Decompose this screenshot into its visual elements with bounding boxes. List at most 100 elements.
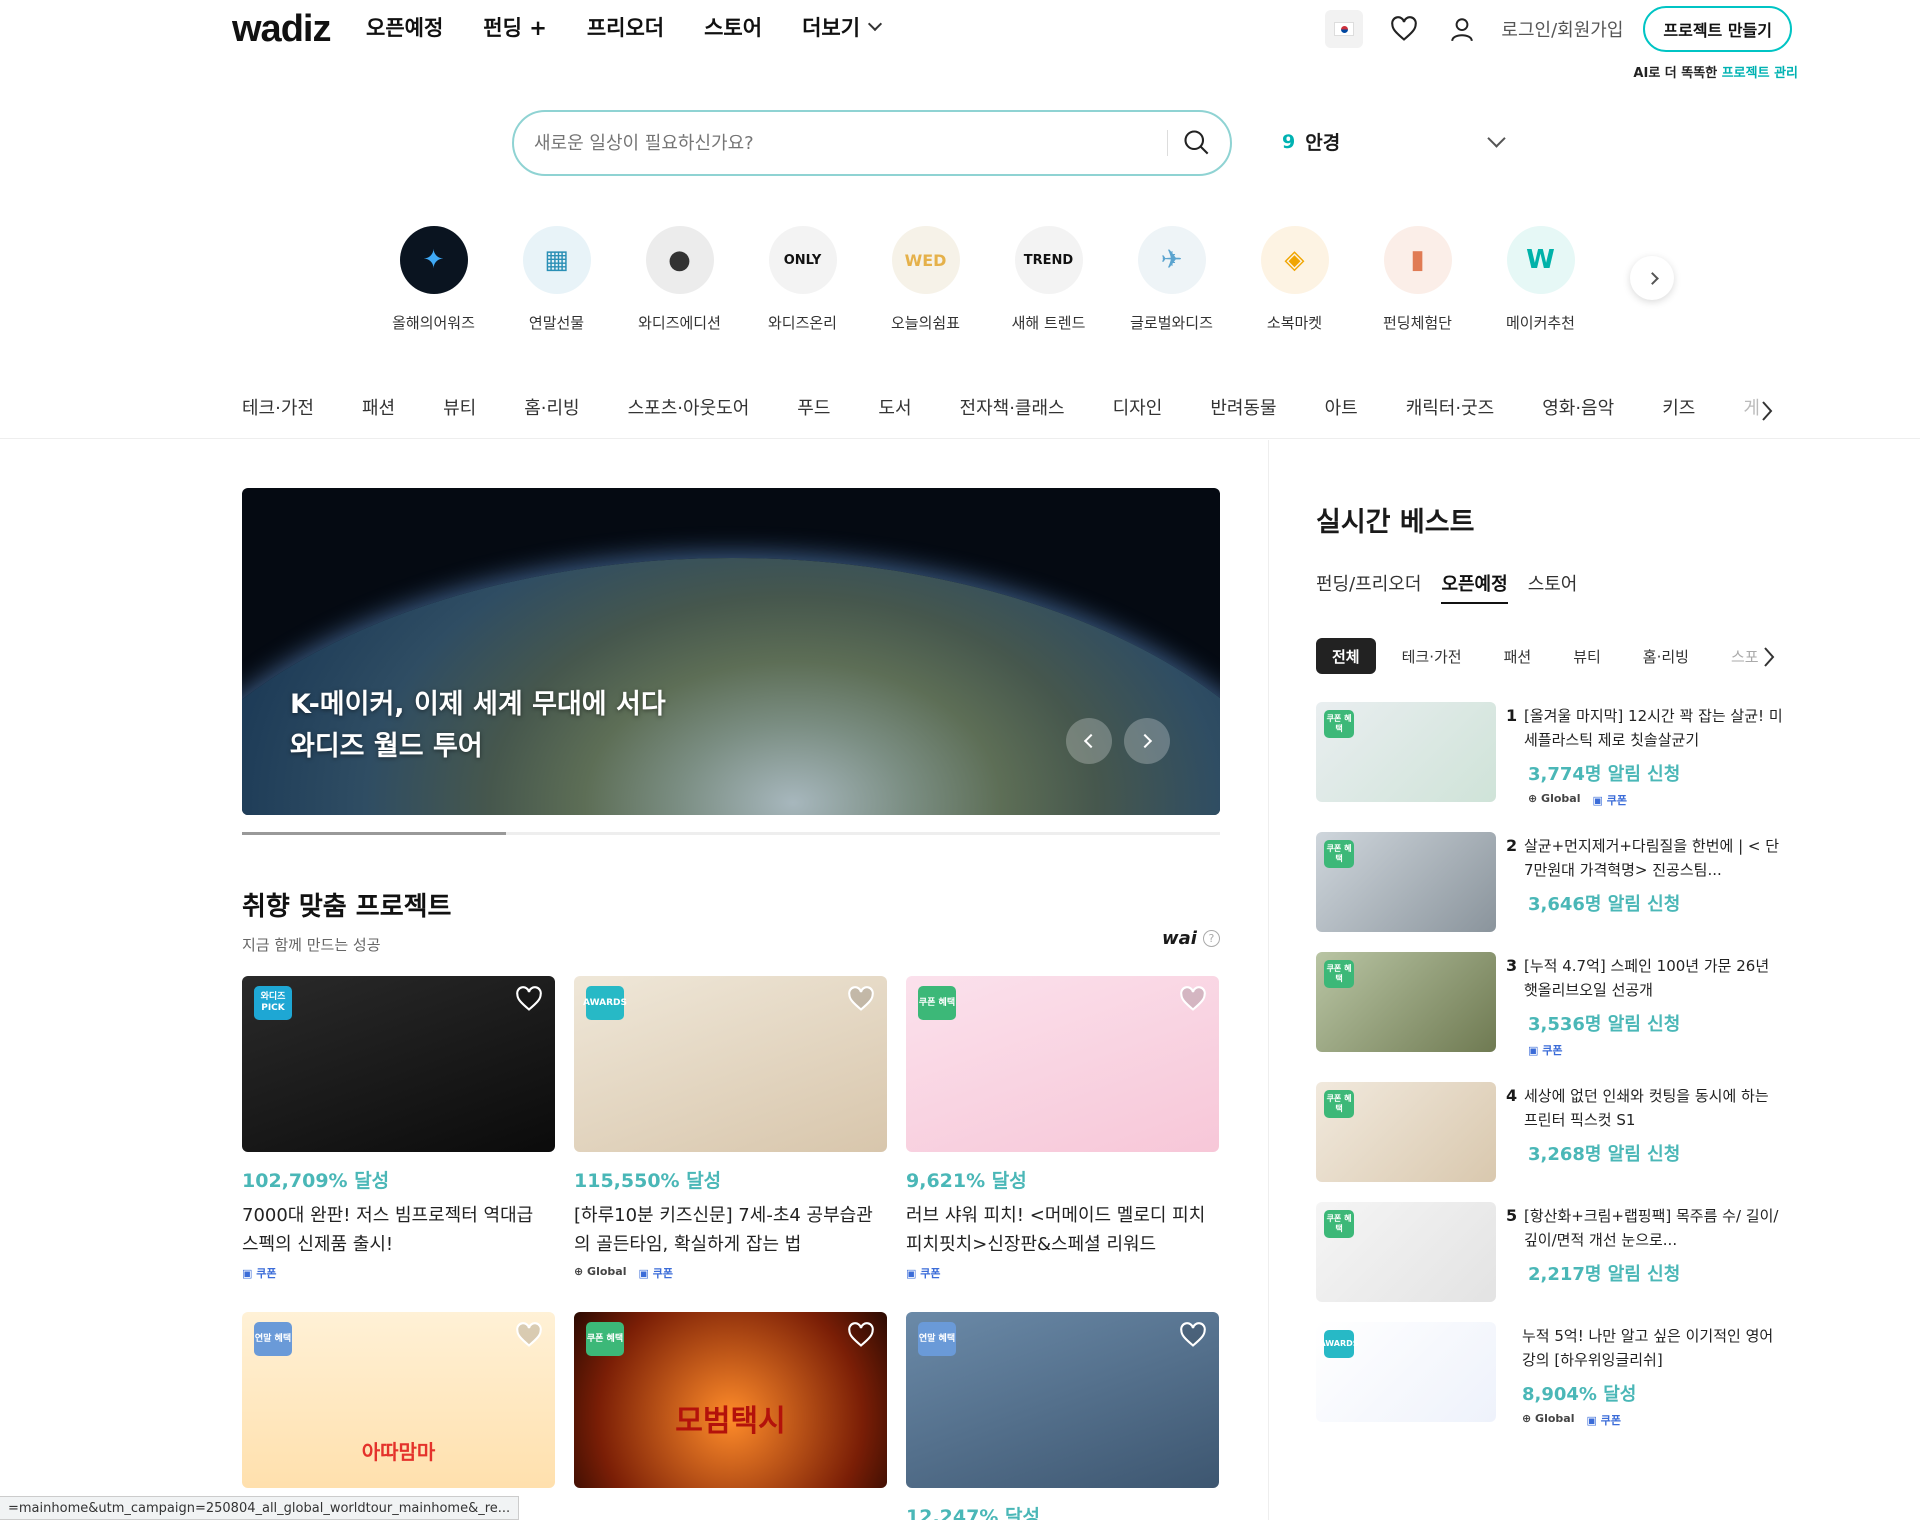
category-tab[interactable]: 디자인 [1113, 394, 1163, 420]
category-tab[interactable]: 캐릭터·굿즈 [1406, 394, 1495, 420]
wish-button[interactable] [1179, 986, 1207, 1016]
chips-next-button[interactable] [1762, 646, 1776, 672]
realtime-project-title[interactable]: 살균+먼지제거+다림질을 한번에 | < 단 7만원대 가격혁명> 진공스팀..… [1524, 834, 1786, 882]
edition-icon: ● [645, 226, 714, 294]
project-title[interactable]: [하루10분 키즈신문] 7세-초4 공부습관의 골든타임, 확실하게 잡는 법 [574, 1201, 887, 1259]
project-card[interactable]: 연말 혜택 12,247% 달성 [906, 1312, 1219, 1520]
category-tab[interactable]: 푸드 [797, 394, 830, 420]
column-divider [1268, 440, 1269, 1520]
realtime-item[interactable]: AWARDS 누적 5억! 나만 알고 싶은 이기적인 영어 강의 [하우위잉글리… [1316, 1322, 1786, 1427]
realtime-item[interactable]: 쿠폰 혜택 2 살균+먼지제거+다림질을 한번에 | < 단 7만원대 가격혁명> … [1316, 832, 1786, 936]
chevron-down-icon[interactable] [1487, 129, 1506, 148]
category-shortcut-label: 오늘의쉼표 [890, 314, 960, 332]
notification-count: 3,268명 알림 신청 [1528, 1144, 1681, 1165]
realtime-project-title[interactable]: 세상에 없던 인쇄와 컷팅을 동시에 하는 프린터 픽스컷 S1 [1524, 1084, 1786, 1132]
wish-button[interactable] [515, 1322, 543, 1352]
project-thumbnail[interactable]: 쿠폰 혜택 모범택시 [574, 1312, 887, 1488]
category-shortcut[interactable]: ONLY 와디즈온리 [741, 226, 864, 333]
realtime-item[interactable]: 쿠폰 혜택 4 세상에 없던 인쇄와 컷팅을 동시에 하는 프린터 픽스컷 S1 3,… [1316, 1082, 1786, 1186]
realtime-item[interactable]: 쿠폰 혜택 5 [항산화+크림+랩핑팩] 목주름 수/ 길이/깊이/면적 개선 눈으… [1316, 1202, 1786, 1306]
category-chip[interactable]: 뷰티 [1557, 638, 1617, 674]
banner-next-button[interactable] [1124, 718, 1170, 764]
nav-more[interactable]: 더보기 [802, 12, 883, 42]
category-tab[interactable]: 영화·음악 [1542, 394, 1614, 420]
wishlist-button[interactable] [1385, 10, 1423, 48]
wish-button[interactable] [515, 986, 543, 1016]
realtime-project-title[interactable]: [누적 4.7억] 스페인 100년 가문 26년 햇올리브오일 선공개 [1524, 954, 1786, 1002]
nav-more-label: 더보기 [802, 16, 861, 40]
category-shortcut[interactable]: ✦ 올해의어워즈 [372, 226, 495, 333]
nav-store[interactable]: 스토어 [704, 12, 762, 42]
category-tab[interactable]: 뷰티 [443, 394, 476, 420]
project-thumbnail[interactable]: 와디즈 PICK [242, 976, 555, 1152]
achievement-rate: 102,709% 달성 [242, 1170, 390, 1192]
project-thumbnail[interactable]: AWARDS [574, 976, 887, 1152]
nav-funding[interactable]: 펀딩 + [483, 12, 547, 42]
realtime-item[interactable]: 쿠폰 혜택 3 [누적 4.7억] 스페인 100년 가문 26년 햇올리브오일 선… [1316, 952, 1786, 1057]
project-card[interactable]: 와디즈 PICK 102,709% 달성 7000대 완판! 저스 빔프로젝터 역대… [242, 976, 555, 1281]
chevron-left-icon [1083, 733, 1099, 749]
project-card[interactable]: 연말 혜택아따맘마4,278% 달성 [242, 1312, 555, 1520]
wish-button[interactable] [1179, 1322, 1207, 1352]
project-thumbnail[interactable]: 연말 혜택 아따맘마 [242, 1312, 555, 1488]
realtime-tab[interactable]: 스토어 [1528, 570, 1578, 604]
project-card[interactable]: 쿠폰 혜택 모범택시 [574, 1312, 887, 1488]
category-tab[interactable]: 테크·가전 [242, 394, 314, 420]
category-shortcut[interactable]: ● 와디즈에디션 [618, 226, 741, 333]
realtime-project-title[interactable]: 누적 5억! 나만 알고 싶은 이기적인 영어 강의 [하우위잉글리쉬] [1522, 1324, 1784, 1372]
category-tab[interactable]: 아트 [1325, 394, 1358, 420]
project-title[interactable]: 러브 샤워 피치! <머메이드 멜로디 피치피치핏치>신장판&스페셜 리워드 [906, 1201, 1219, 1259]
category-shortcut[interactable]: W 메이커추천 [1479, 226, 1602, 333]
category-tab[interactable]: 게 [1743, 394, 1760, 420]
my-page-button[interactable] [1443, 10, 1481, 48]
category-next-button[interactable] [1630, 256, 1674, 300]
nav-open-soon[interactable]: 오픈예정 [366, 12, 443, 42]
category-shortcut[interactable]: TREND 새해 트렌드 [987, 226, 1110, 333]
category-shortcut[interactable]: ▮ 펀딩체험단 [1356, 226, 1479, 333]
nav-preorder[interactable]: 프리오더 [587, 12, 664, 42]
category-tab[interactable]: 패션 [362, 394, 395, 420]
chevron-right-icon [1764, 647, 1775, 667]
realtime-item[interactable]: 쿠폰 혜택 1 [올겨울 마지막] 12시간 꽉 잡는 살균! 미세플라스틱 제로 … [1316, 702, 1786, 807]
make-project-button[interactable]: 프로젝트 만들기 [1643, 6, 1792, 52]
project-card[interactable]: AWARDS 115,550% 달성 [하루10분 키즈신문] 7세-초4 공부습관… [574, 976, 887, 1281]
category-tab[interactable]: 도서 [878, 394, 911, 420]
category-chip[interactable]: 전체 [1316, 638, 1376, 674]
realtime-project-title[interactable]: [올겨울 마지막] 12시간 꽉 잡는 살균! 미세플라스틱 제로 칫솔살균기 [1524, 704, 1786, 752]
category-tab[interactable]: 스포츠·아웃도어 [628, 394, 750, 420]
search-button[interactable] [1182, 128, 1210, 160]
project-badge: 쿠폰 혜택 [1324, 1210, 1354, 1238]
wadiz-logo[interactable]: wadiz [232, 8, 331, 51]
wish-button[interactable] [847, 1322, 875, 1352]
category-tab[interactable]: 반려동물 [1210, 394, 1276, 420]
project-title[interactable]: 7000대 완판! 저스 빔프로젝터 역대급 스펙의 신제품 출시! [242, 1201, 555, 1259]
help-icon[interactable]: ? [1202, 930, 1220, 947]
project-card[interactable]: 쿠폰 혜택 9,621% 달성 러브 샤워 피치! <머메이드 멜로디 피치피치핏치… [906, 976, 1219, 1281]
realtime-tab[interactable]: 오픈예정 [1441, 570, 1508, 604]
banner-prev-button[interactable] [1066, 718, 1112, 764]
popular-keyword-ticker[interactable]: 9 안경 [1282, 128, 1340, 155]
category-chip[interactable]: 홈·리빙 [1626, 638, 1705, 674]
ai-project-note[interactable]: AI로 더 똑똑한 프로젝트 관리 [1633, 62, 1798, 81]
category-chip[interactable]: 패션 [1487, 638, 1548, 674]
category-shortcut[interactable]: ◈ 소복마켓 [1233, 226, 1356, 333]
category-shortcut[interactable]: WED 오늘의쉼표 [864, 226, 987, 333]
login-link[interactable]: 로그인/회원가입 [1501, 16, 1623, 42]
category-tab[interactable]: 전자책·클래스 [960, 394, 1065, 420]
project-thumbnail[interactable]: 쿠폰 혜택 [906, 976, 1219, 1152]
category-tab[interactable]: 키즈 [1662, 394, 1695, 420]
project-thumbnail[interactable]: 연말 혜택 [906, 1312, 1219, 1488]
category-chip[interactable]: 테크·가전 [1385, 638, 1478, 674]
language-button[interactable] [1325, 10, 1364, 48]
wai-brand[interactable]: wai? [1162, 928, 1220, 949]
realtime-project-title[interactable]: [항산화+크림+랩핑팩] 목주름 수/ 길이/깊이/면적 개선 눈으로... [1524, 1204, 1786, 1252]
category-tab[interactable]: 홈·리빙 [524, 394, 579, 420]
search-input[interactable] [534, 112, 1134, 174]
category-chip[interactable]: 스포 [1714, 638, 1763, 674]
category-tabs-next[interactable] [1760, 400, 1774, 426]
realtime-tab[interactable]: 펀딩/프리오더 [1316, 570, 1421, 604]
wish-button[interactable] [847, 986, 875, 1016]
main-banner[interactable]: K-메이커, 이제 세계 무대에 서다 와디즈 월드 투어 [242, 488, 1220, 815]
category-shortcut[interactable]: ▦ 연말선물 [495, 226, 618, 333]
category-shortcut[interactable]: ✈ 글로벌와디즈 [1110, 226, 1233, 333]
